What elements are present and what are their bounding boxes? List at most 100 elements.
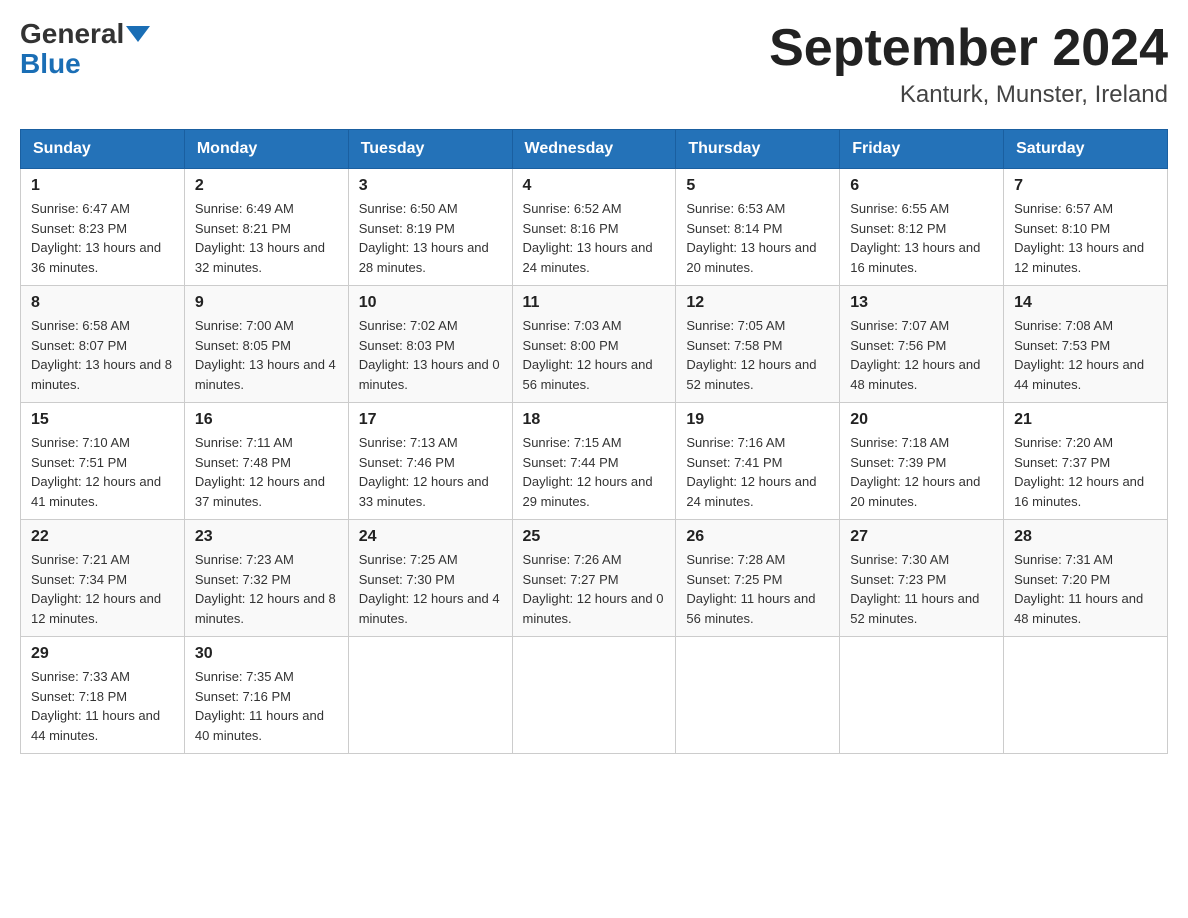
calendar-week-row: 29 Sunrise: 7:33 AMSunset: 7:18 PMDayligh… [21, 637, 1168, 754]
day-info: Sunrise: 7:03 AMSunset: 8:00 PMDaylight:… [523, 316, 666, 394]
day-number: 18 [523, 411, 666, 429]
calendar-week-row: 1 Sunrise: 6:47 AMSunset: 8:23 PMDaylight… [21, 169, 1168, 286]
day-info: Sunrise: 7:05 AMSunset: 7:58 PMDaylight:… [686, 316, 829, 394]
day-info: Sunrise: 6:58 AMSunset: 8:07 PMDaylight:… [31, 316, 174, 394]
title-block: September 2024 Kanturk, Munster, Ireland [769, 20, 1168, 109]
day-number: 26 [686, 528, 829, 546]
day-number: 1 [31, 177, 174, 195]
table-row: 29 Sunrise: 7:33 AMSunset: 7:18 PMDayligh… [21, 637, 185, 754]
day-info: Sunrise: 7:25 AMSunset: 7:30 PMDaylight:… [359, 550, 502, 628]
col-saturday: Saturday [1004, 130, 1168, 169]
day-info: Sunrise: 7:08 AMSunset: 7:53 PMDaylight:… [1014, 316, 1157, 394]
table-row: 30Sunrise: 7:35 AMSunset: 7:16 PMDayligh… [184, 637, 348, 754]
day-number: 17 [359, 411, 502, 429]
day-number: 29 [31, 645, 174, 663]
day-info: Sunrise: 7:26 AMSunset: 7:27 PMDaylight:… [523, 550, 666, 628]
calendar-subtitle: Kanturk, Munster, Ireland [769, 81, 1168, 109]
table-row [348, 637, 512, 754]
day-number: 25 [523, 528, 666, 546]
table-row: 7Sunrise: 6:57 AMSunset: 8:10 PMDaylight… [1004, 169, 1168, 286]
table-row: 23 Sunrise: 7:23 AMSunset: 7:32 PMDayligh… [184, 520, 348, 637]
calendar-week-row: 8 Sunrise: 6:58 AMSunset: 8:07 PMDaylight… [21, 286, 1168, 403]
day-number: 15 [31, 411, 174, 429]
col-tuesday: Tuesday [348, 130, 512, 169]
table-row: 21Sunrise: 7:20 AMSunset: 7:37 PMDayligh… [1004, 403, 1168, 520]
day-info: Sunrise: 6:50 AMSunset: 8:19 PMDaylight:… [359, 199, 502, 277]
day-info: Sunrise: 6:49 AMSunset: 8:21 PMDaylight:… [195, 199, 338, 277]
logo-triangle-icon [126, 26, 150, 42]
day-info: Sunrise: 7:21 AMSunset: 7:34 PMDaylight:… [31, 550, 174, 628]
day-number: 14 [1014, 294, 1157, 312]
day-number: 23 [195, 528, 338, 546]
day-info: Sunrise: 7:02 AMSunset: 8:03 PMDaylight:… [359, 316, 502, 394]
day-info: Sunrise: 6:52 AMSunset: 8:16 PMDaylight:… [523, 199, 666, 277]
day-number: 24 [359, 528, 502, 546]
day-number: 30 [195, 645, 338, 663]
day-number: 27 [850, 528, 993, 546]
table-row: 6Sunrise: 6:55 AMSunset: 8:12 PMDaylight… [840, 169, 1004, 286]
day-number: 9 [195, 294, 338, 312]
day-info: Sunrise: 7:15 AMSunset: 7:44 PMDaylight:… [523, 433, 666, 511]
table-row: 18 Sunrise: 7:15 AMSunset: 7:44 PMDayligh… [512, 403, 676, 520]
logo: General Blue [20, 20, 150, 80]
day-number: 2 [195, 177, 338, 195]
table-row: 1 Sunrise: 6:47 AMSunset: 8:23 PMDaylight… [21, 169, 185, 286]
table-row: 16Sunrise: 7:11 AMSunset: 7:48 PMDayligh… [184, 403, 348, 520]
col-friday: Friday [840, 130, 1004, 169]
day-number: 8 [31, 294, 174, 312]
day-number: 7 [1014, 177, 1157, 195]
table-row: 12 Sunrise: 7:05 AMSunset: 7:58 PMDayligh… [676, 286, 840, 403]
day-info: Sunrise: 6:55 AMSunset: 8:12 PMDaylight:… [850, 199, 993, 277]
table-row: 10 Sunrise: 7:02 AMSunset: 8:03 PMDayligh… [348, 286, 512, 403]
day-number: 20 [850, 411, 993, 429]
day-number: 5 [686, 177, 829, 195]
table-row: 2 Sunrise: 6:49 AMSunset: 8:21 PMDaylight… [184, 169, 348, 286]
day-info: Sunrise: 7:33 AMSunset: 7:18 PMDaylight:… [31, 667, 174, 745]
table-row: 8 Sunrise: 6:58 AMSunset: 8:07 PMDaylight… [21, 286, 185, 403]
table-row: 20 Sunrise: 7:18 AMSunset: 7:39 PMDayligh… [840, 403, 1004, 520]
table-row: 4Sunrise: 6:52 AMSunset: 8:16 PMDaylight… [512, 169, 676, 286]
table-row: 15Sunrise: 7:10 AMSunset: 7:51 PMDayligh… [21, 403, 185, 520]
table-row: 17 Sunrise: 7:13 AMSunset: 7:46 PMDayligh… [348, 403, 512, 520]
day-info: Sunrise: 7:30 AMSunset: 7:23 PMDaylight:… [850, 550, 993, 628]
table-row: 3 Sunrise: 6:50 AMSunset: 8:19 PMDaylight… [348, 169, 512, 286]
table-row: 14 Sunrise: 7:08 AMSunset: 7:53 PMDayligh… [1004, 286, 1168, 403]
day-number: 22 [31, 528, 174, 546]
day-number: 21 [1014, 411, 1157, 429]
table-row: 13 Sunrise: 7:07 AMSunset: 7:56 PMDayligh… [840, 286, 1004, 403]
page-header: General Blue September 2024 Kanturk, Mun… [20, 20, 1168, 109]
logo-general-text: General [20, 20, 124, 48]
table-row: 22 Sunrise: 7:21 AMSunset: 7:34 PMDayligh… [21, 520, 185, 637]
day-number: 11 [523, 294, 666, 312]
table-row: 11 Sunrise: 7:03 AMSunset: 8:00 PMDayligh… [512, 286, 676, 403]
day-info: Sunrise: 6:47 AMSunset: 8:23 PMDaylight:… [31, 199, 174, 277]
table-row: 5 Sunrise: 6:53 AMSunset: 8:14 PMDaylight… [676, 169, 840, 286]
calendar-header-row: Sunday Monday Tuesday Wednesday Thursday… [21, 130, 1168, 169]
table-row [840, 637, 1004, 754]
day-number: 10 [359, 294, 502, 312]
day-number: 28 [1014, 528, 1157, 546]
col-monday: Monday [184, 130, 348, 169]
table-row: 9Sunrise: 7:00 AMSunset: 8:05 PMDaylight… [184, 286, 348, 403]
day-number: 13 [850, 294, 993, 312]
table-row [512, 637, 676, 754]
day-info: Sunrise: 7:16 AMSunset: 7:41 PMDaylight:… [686, 433, 829, 511]
day-info: Sunrise: 7:23 AMSunset: 7:32 PMDaylight:… [195, 550, 338, 628]
day-info: Sunrise: 7:13 AMSunset: 7:46 PMDaylight:… [359, 433, 502, 511]
day-number: 3 [359, 177, 502, 195]
day-info: Sunrise: 7:18 AMSunset: 7:39 PMDaylight:… [850, 433, 993, 511]
col-wednesday: Wednesday [512, 130, 676, 169]
calendar-week-row: 15Sunrise: 7:10 AMSunset: 7:51 PMDayligh… [21, 403, 1168, 520]
day-info: Sunrise: 7:11 AMSunset: 7:48 PMDaylight:… [195, 433, 338, 511]
calendar-table: Sunday Monday Tuesday Wednesday Thursday… [20, 129, 1168, 754]
day-info: Sunrise: 6:53 AMSunset: 8:14 PMDaylight:… [686, 199, 829, 277]
day-number: 19 [686, 411, 829, 429]
day-info: Sunrise: 7:07 AMSunset: 7:56 PMDaylight:… [850, 316, 993, 394]
day-number: 12 [686, 294, 829, 312]
logo-blue-text: Blue [20, 48, 81, 79]
col-thursday: Thursday [676, 130, 840, 169]
col-sunday: Sunday [21, 130, 185, 169]
table-row: 19 Sunrise: 7:16 AMSunset: 7:41 PMDayligh… [676, 403, 840, 520]
day-info: Sunrise: 7:31 AMSunset: 7:20 PMDaylight:… [1014, 550, 1157, 628]
table-row: 26Sunrise: 7:28 AMSunset: 7:25 PMDayligh… [676, 520, 840, 637]
